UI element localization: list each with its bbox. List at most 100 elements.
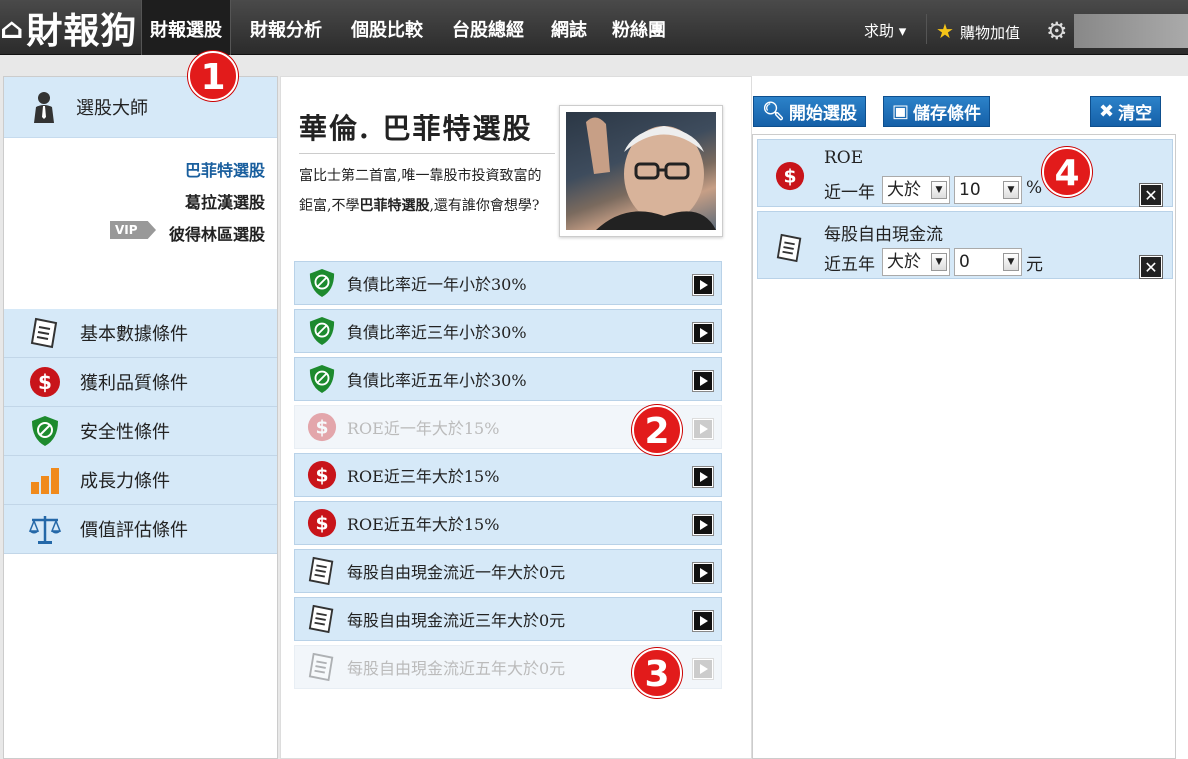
shield-icon [307, 364, 337, 394]
start-screening-button[interactable]: 🔍︎ 開始選股 [753, 96, 866, 127]
rule-row-debt-1y[interactable]: 負債比率近一年小於30% [294, 261, 722, 305]
value-select[interactable]: 10 ▼ [954, 176, 1022, 204]
chevron-down-icon: ▼ [1003, 181, 1019, 199]
dollar-icon: $ [774, 160, 806, 192]
rule-row-roe-5y[interactable]: $ ROE近五年大於15% [294, 501, 722, 545]
rule-label: 每股自由現金流近三年大於0元 [347, 611, 566, 630]
condition-category-list: 基本數據條件 $ 獲利品質條件 安全性條件 成長力條件 價值評估條件 [4, 309, 277, 554]
site-logo[interactable]: ⌂ 財報狗 [0, 6, 137, 52]
shop-label: 購物加值 [959, 24, 1020, 42]
home-icon: ⌂ [0, 11, 25, 45]
nav-stock-compare[interactable]: 個股比較 [343, 0, 431, 55]
svg-text:$: $ [315, 466, 328, 487]
callout-badge-3: 3 [632, 648, 682, 698]
condition-period: 近一年 [824, 183, 875, 203]
value-select[interactable]: 0 ▼ [954, 248, 1022, 276]
document-icon [307, 604, 337, 634]
svg-text:$: $ [783, 167, 796, 188]
selected-conditions-panel: 🔍︎ 開始選股 ▣ 儲存條件 ✖ 清空 $ ROE 近一年 大於 ▼ 10 ▼ % ✕ 每… [752, 76, 1188, 759]
chevron-down-icon: ▼ [931, 181, 947, 199]
operator-select[interactable]: 大於 ▼ [882, 248, 950, 276]
nav-stock-screener[interactable]: 財報選股 [141, 0, 231, 55]
category-profit-quality[interactable]: $ 獲利品質條件 [4, 358, 277, 407]
add-rule-play-button[interactable] [693, 371, 713, 391]
remove-condition-button[interactable]: ✕ [1140, 256, 1162, 278]
condition-unit: 元 [1026, 255, 1043, 275]
save-conditions-button[interactable]: ▣ 儲存條件 [883, 96, 991, 127]
svg-text:$: $ [38, 370, 52, 394]
category-growth[interactable]: 成長力條件 [4, 456, 277, 505]
strategy-title: 華倫. 巴菲特選股 [299, 107, 555, 154]
condition-period: 近五年 [824, 255, 875, 275]
add-rule-play-button [693, 419, 713, 439]
nav-financial-analysis[interactable]: 財報分析 [242, 0, 330, 55]
add-rule-play-button[interactable] [693, 611, 713, 631]
rule-row-debt-5y[interactable]: 負債比率近五年小於30% [294, 357, 722, 401]
lynch-link[interactable]: 彼得林區選股 [169, 221, 265, 245]
logo-text: 財報狗 [26, 10, 138, 52]
star-icon: ★ [936, 19, 954, 43]
document-icon [28, 316, 62, 350]
vip-tag: VIP [110, 221, 156, 239]
rule-label: 負債比率近五年小於30% [347, 371, 527, 390]
buffett-link[interactable]: 巴菲特選股 [185, 157, 265, 181]
category-safety[interactable]: 安全性條件 [4, 407, 277, 456]
condition-name: 每股自由現金流 [824, 225, 943, 245]
category-valuation[interactable]: 價值評估條件 [4, 505, 277, 554]
nav-macro[interactable]: 台股總經 [444, 0, 532, 55]
nav-blog[interactable]: 網誌 [543, 0, 595, 55]
rule-label: 每股自由現金流近一年大於0元 [347, 563, 566, 582]
chevron-down-icon: ▼ [931, 253, 947, 271]
stock-master-header[interactable]: 選股大師 [4, 77, 277, 138]
nav-divider [926, 14, 927, 44]
remove-condition-button[interactable]: ✕ [1140, 184, 1162, 206]
businessman-icon [34, 92, 54, 123]
condition-card-fcf: 每股自由現金流 近五年 大於 ▼ 0 ▼ 元 ✕ [757, 211, 1173, 279]
rule-row-roe-3y[interactable]: $ ROE近三年大於15% [294, 453, 722, 497]
rule-row-debt-3y[interactable]: 負債比率近三年小於30% [294, 309, 722, 353]
clear-button[interactable]: ✖ 清空 [1090, 96, 1162, 127]
shield-icon [28, 414, 62, 448]
nav-fan-page[interactable]: 粉絲團 [604, 0, 674, 55]
bar-chart-icon [28, 463, 62, 497]
add-rule-play-button[interactable] [693, 515, 713, 535]
rule-label: ROE近一年大於15% [347, 419, 500, 438]
rule-label: ROE近三年大於15% [347, 467, 500, 486]
add-rule-play-button[interactable] [693, 323, 713, 343]
rule-label: 負債比率近一年小於30% [347, 275, 527, 294]
strategy-description: 富比士第二首富,唯一靠股市投資致富的鉅富,不學巴菲特選股,還有誰你會想學? [299, 168, 542, 214]
rule-row-fcf-3y[interactable]: 每股自由現金流近三年大於0元 [294, 597, 722, 641]
start-label: 開始選股 [788, 104, 857, 124]
settings-button[interactable]: ⚙ [1046, 0, 1068, 55]
scale-icon [28, 512, 62, 546]
rule-row-fcf-1y[interactable]: 每股自由現金流近一年大於0元 [294, 549, 722, 593]
svg-text:$: $ [315, 514, 328, 535]
operator-select[interactable]: 大於 ▼ [882, 176, 950, 204]
dollar-icon: $ [307, 508, 337, 538]
category-label: 成長力條件 [80, 471, 170, 492]
dollar-icon: $ [307, 460, 337, 490]
category-basic-data[interactable]: 基本數據條件 [4, 309, 277, 358]
shop-link[interactable]: ★ 購物加值 [936, 0, 1020, 55]
add-rule-play-button[interactable] [693, 275, 713, 295]
callout-badge-1: 1 [188, 51, 238, 101]
stock-master-title: 選股大師 [76, 98, 148, 119]
help-menu[interactable]: 求助 ▾ [864, 0, 906, 55]
graham-link[interactable]: 葛拉漢選股 [185, 189, 265, 213]
document-icon [307, 556, 337, 586]
category-label: 安全性條件 [80, 422, 170, 443]
gear-icon: ⚙ [1046, 17, 1068, 45]
user-account-box[interactable] [1074, 14, 1188, 48]
add-rule-play-button[interactable] [693, 467, 713, 487]
chevron-down-icon: ▼ [1003, 253, 1019, 271]
callout-badge-2: 2 [632, 405, 682, 455]
rule-label: 負債比率近三年小於30% [347, 323, 527, 342]
condition-list: $ ROE 近一年 大於 ▼ 10 ▼ % ✕ 每股自由現金流 近五年 大於 ▼ 0 ▼… [752, 134, 1176, 759]
rule-label: ROE近五年大於15% [347, 515, 500, 534]
add-rule-play-button[interactable] [693, 563, 713, 583]
top-nav-bar: ⌂ 財報狗 財報選股 財報分析 個股比較 台股總經 網誌 粉絲團 求助 ▾ ★ 購… [0, 0, 1188, 55]
dollar-icon: $ [307, 412, 337, 442]
search-icon: 🔍︎ [762, 101, 785, 122]
document-icon [774, 232, 806, 264]
floppy-disk-icon: ▣ [892, 101, 910, 122]
